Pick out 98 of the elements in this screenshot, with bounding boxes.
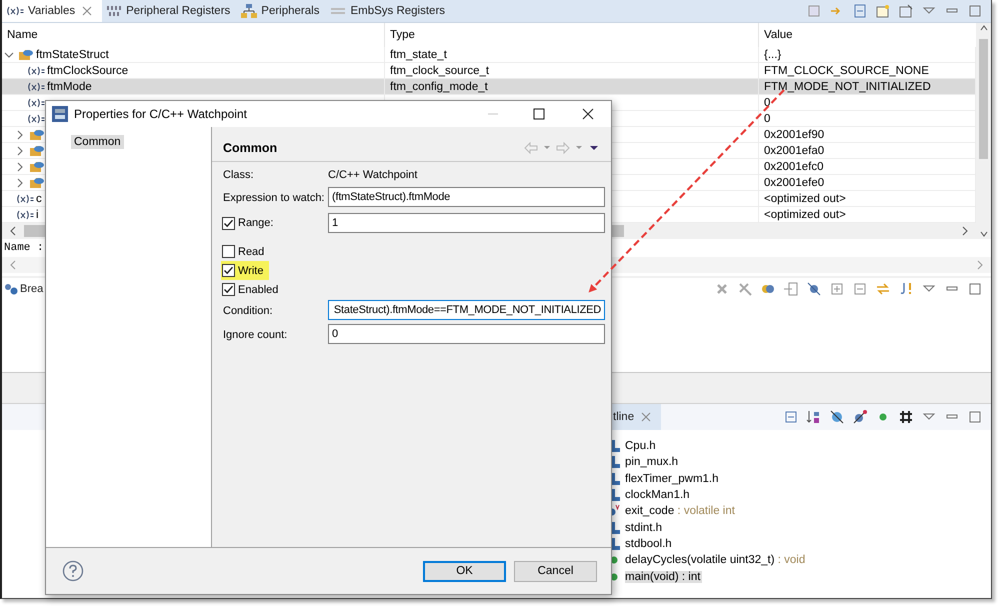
class-value: C/C++ Watchpoint	[328, 168, 418, 183]
value-cell: 0x2001efc0	[759, 159, 976, 175]
scrollbar-thumb[interactable]	[979, 39, 988, 159]
value-cell: <optimized out>	[759, 207, 976, 223]
column-header[interactable]: Value	[759, 23, 976, 47]
dialog-title: Properties for C/C++ Watchpoint	[74, 107, 247, 121]
outline-item[interactable]: Cpu.h	[625, 440, 658, 452]
variable-icon	[16, 208, 34, 220]
variable-icon	[27, 80, 45, 92]
import-icon[interactable]	[783, 281, 799, 297]
skip-icon[interactable]	[806, 281, 822, 297]
sync-icon[interactable]	[875, 281, 891, 297]
dialog-button[interactable]: OK	[423, 560, 506, 582]
value-cell: 0	[759, 111, 976, 127]
outline-item[interactable]: delayCycles(volatile uint32_t) : void	[625, 554, 808, 566]
collapse-icon[interactable]	[852, 281, 868, 297]
outline-item[interactable]: stdbool.h	[625, 538, 674, 550]
sort-icon[interactable]	[806, 409, 822, 425]
app-icon	[52, 106, 68, 122]
variable-name: ftmStateStruct	[36, 48, 109, 62]
dialog-button[interactable]: Cancel	[514, 560, 597, 582]
field-label: Condition:	[223, 304, 273, 319]
pin-icon[interactable]	[898, 3, 914, 19]
value-cell: <optimized out>	[759, 191, 976, 207]
folder-icon	[29, 175, 45, 190]
type-cell: ftm_clock_source_t	[385, 63, 759, 79]
checkbox-label[interactable]: Range:	[238, 217, 274, 229]
outline-item[interactable]: exit_code : volatile int	[625, 505, 737, 518]
checkbox-label[interactable]: Write	[238, 264, 264, 276]
binary-icon	[106, 3, 122, 19]
value-cell: 0	[759, 95, 976, 111]
value-cell: 0x2001efe0	[759, 175, 976, 191]
checkbox[interactable]	[222, 283, 235, 296]
collapse-all-icon[interactable]	[783, 409, 799, 425]
folder-icon	[18, 47, 34, 62]
collapse-all-icon[interactable]	[852, 3, 868, 19]
type-cell: ftm_config_mode_t	[385, 79, 759, 95]
field-label: Ignore count:	[223, 328, 288, 343]
folder-icon	[29, 127, 45, 142]
variable-name: i	[36, 208, 39, 222]
view-tab[interactable]: Peripheral Registers	[102, 0, 238, 22]
checkbox[interactable]	[222, 245, 235, 258]
variable-icon	[16, 192, 34, 204]
outline-item[interactable]: clockMan1.h	[625, 489, 692, 502]
page-title: Common	[223, 141, 278, 155]
close-icon[interactable]	[582, 108, 594, 120]
value-cell: 0x2001efa0	[759, 143, 976, 159]
value-cell: FTM_MODE_NOT_INITIALIZED	[759, 79, 976, 95]
outline-item[interactable]: stdint.h	[625, 522, 664, 534]
new-view-icon[interactable]	[875, 3, 891, 19]
variable-name: c	[36, 192, 42, 206]
collapse-icon[interactable]	[806, 3, 822, 19]
folder-icon	[29, 143, 45, 158]
input-field[interactable]: (ftmStateStruct).ftmMode	[328, 187, 605, 207]
checkbox[interactable]	[222, 216, 235, 230]
maximize-icon[interactable]	[533, 108, 545, 120]
value-cell: 0x2001ef90	[759, 127, 976, 143]
scroll-down-icon	[978, 229, 988, 239]
expand-icon[interactable]	[829, 281, 845, 297]
input-field[interactable]: StateStruct).ftmMode==FTM_MODE_NOT_INITIALIZED	[328, 300, 605, 320]
type-cell: ftm_state_t	[385, 47, 759, 63]
scroll-left-icon	[8, 259, 18, 271]
view-tab[interactable]: Peripherals	[237, 0, 326, 22]
variable-name: ftmClockSource	[47, 64, 128, 78]
grid-icon[interactable]	[898, 409, 914, 425]
java-icon[interactable]	[898, 281, 914, 297]
hierarchy-icon	[241, 3, 258, 19]
scroll-right-icon	[960, 225, 970, 237]
scroll-right-icon	[975, 259, 985, 271]
view-tab[interactable]: Variables	[2, 0, 102, 22]
value-cell: FTM_CLOCK_SOURCE_NONE	[759, 63, 976, 79]
help-icon[interactable]	[62, 560, 84, 582]
checkbox-label[interactable]: Enabled	[238, 284, 278, 296]
scroll-up-icon	[978, 23, 988, 33]
field-label: Expression to watch:	[223, 191, 324, 206]
hide-fields-icon[interactable]	[829, 409, 845, 425]
field-label: Class:	[223, 168, 254, 183]
input-field[interactable]: 0	[328, 324, 605, 344]
folder-icon	[29, 159, 45, 174]
outline-item[interactable]: main(void) : int	[625, 570, 702, 583]
variable-icon	[6, 5, 24, 17]
nav-item[interactable]: Common	[71, 135, 124, 149]
input-field[interactable]: 1	[328, 213, 605, 233]
scroll-left-icon	[8, 225, 18, 237]
checkbox-label[interactable]: Read	[238, 246, 264, 258]
variable-icon	[27, 96, 45, 108]
detail-text: Name :	[3, 241, 45, 256]
breakpoints-icon	[4, 282, 18, 296]
variable-name: ftmMode	[47, 80, 92, 94]
outline-item[interactable]: flexTimer_pwm1.h	[625, 472, 721, 485]
view-tab[interactable]: EmbSys Registers	[326, 0, 452, 22]
outline-item[interactable]: pin_mux.h	[625, 456, 680, 468]
remove-all-icon[interactable]	[737, 281, 753, 297]
hide-static-icon[interactable]	[852, 409, 868, 425]
value-cell: {...}	[759, 47, 976, 63]
checkbox[interactable]	[222, 264, 235, 277]
variable-icon	[27, 112, 45, 124]
variable-icon	[27, 64, 45, 76]
